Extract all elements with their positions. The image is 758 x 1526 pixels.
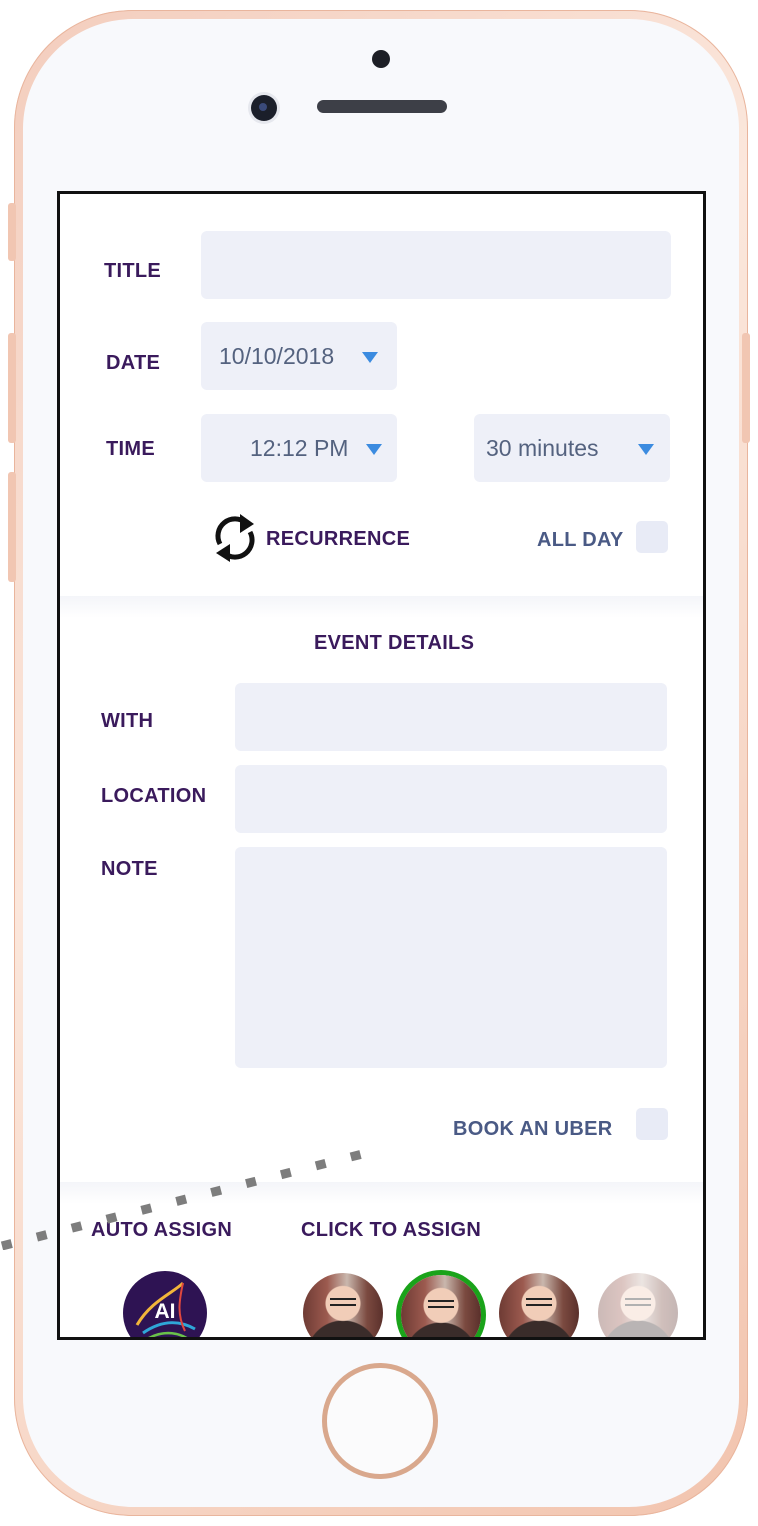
ai-auto-assign-button[interactable]: AI [123, 1271, 207, 1337]
date-chevron-down-icon [362, 352, 378, 363]
recurrence-icon [215, 514, 255, 562]
duration-value: 30 minutes [486, 435, 599, 461]
volume-down-button [8, 472, 16, 582]
app-screen: TITLE DATE 10/10/2018 TIME 12:12 PM 30 m… [57, 191, 706, 1340]
earpiece-speaker [317, 100, 447, 113]
time-chevron-down-icon [366, 444, 382, 455]
date-select[interactable]: 10/10/2018 [201, 322, 397, 390]
avatar-glasses [526, 1298, 552, 1306]
date-label: DATE [106, 352, 161, 374]
location-input[interactable] [235, 765, 667, 833]
duration-chevron-down-icon [638, 444, 654, 455]
avatar-glasses [330, 1298, 356, 1306]
avatar-glasses [428, 1300, 454, 1308]
home-button[interactable] [322, 1363, 438, 1479]
note-label: NOTE [101, 858, 158, 880]
proximity-sensor [372, 50, 390, 68]
section-divider [60, 596, 703, 618]
power-button [742, 333, 750, 443]
time-value: 12:12 PM [250, 435, 349, 461]
date-value: 10/10/2018 [219, 343, 335, 369]
assignee-avatar-4[interactable] [598, 1273, 678, 1337]
time-label: TIME [106, 438, 155, 460]
location-label: LOCATION [101, 785, 207, 807]
all-day-checkbox[interactable] [636, 521, 668, 553]
front-camera-icon [251, 95, 277, 121]
assignee-avatar-2-selected[interactable] [401, 1275, 481, 1337]
assignee-avatar-3[interactable] [499, 1273, 579, 1337]
avatar-glasses [625, 1298, 651, 1306]
recurrence-toggle[interactable]: RECURRENCE [210, 506, 430, 570]
note-textarea[interactable] [235, 847, 667, 1068]
with-input[interactable] [235, 683, 667, 751]
volume-up-button [8, 333, 16, 443]
assignee-avatar-1[interactable] [303, 1273, 383, 1337]
event-details-heading: EVENT DETAILS [314, 632, 475, 654]
recurrence-label: RECURRENCE [266, 528, 411, 550]
section-divider-2 [60, 1182, 703, 1204]
click-to-assign-label: CLICK TO ASSIGN [301, 1219, 482, 1241]
auto-assign-label: AUTO ASSIGN [91, 1219, 233, 1241]
title-input[interactable] [201, 231, 671, 299]
book-uber-label: BOOK AN UBER [453, 1118, 613, 1140]
title-label: TITLE [104, 260, 162, 282]
all-day-label: ALL DAY [537, 529, 624, 551]
duration-select[interactable]: 30 minutes [474, 414, 670, 482]
ai-badge-text: AI [154, 1300, 176, 1323]
time-select[interactable]: 12:12 PM [201, 414, 397, 482]
book-uber-checkbox[interactable] [636, 1108, 668, 1140]
with-label: WITH [101, 710, 154, 732]
mute-switch [8, 203, 16, 261]
